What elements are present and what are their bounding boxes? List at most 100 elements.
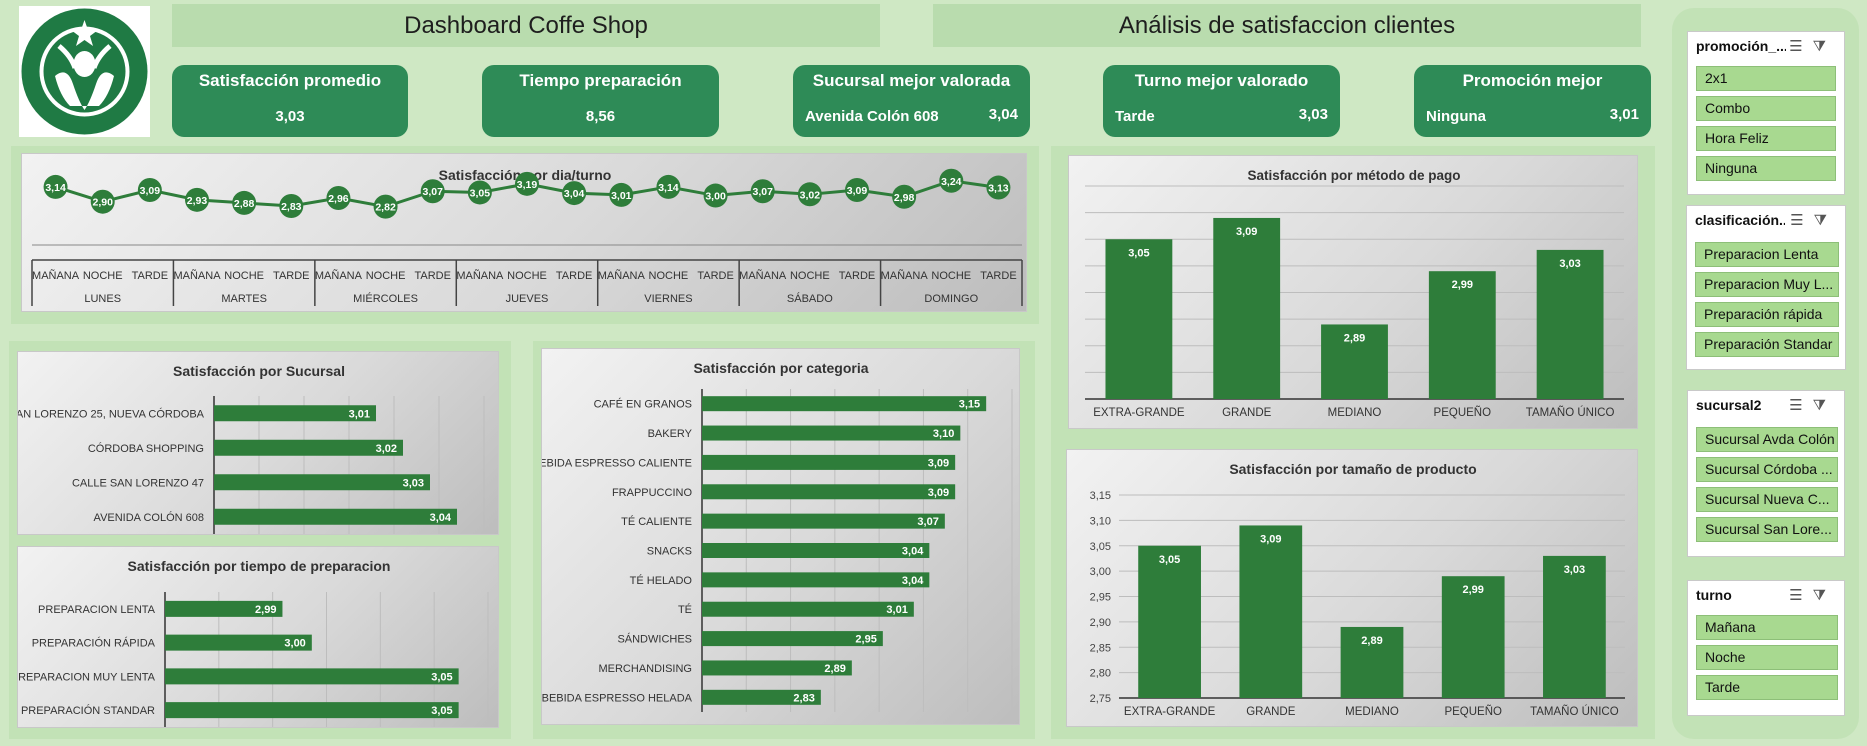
chart-title: Satisfacción por categoria	[693, 360, 868, 376]
data-label: 2,89	[1361, 635, 1382, 647]
clear-filter-icon[interactable]: ⧩	[1814, 212, 1837, 229]
slicer-item[interactable]: Sucursal Nueva C...	[1696, 487, 1838, 512]
y-tick-label: PREPARACION MUY LENTA	[18, 671, 156, 683]
bar	[702, 454, 956, 470]
data-label: 2,82	[375, 202, 396, 214]
data-label: 3,13	[988, 183, 1009, 195]
x-tick-label: MAÑANA	[881, 269, 929, 282]
multi-select-icon[interactable]: ☰	[1789, 587, 1812, 604]
bar	[702, 425, 961, 441]
multi-select-icon[interactable]: ☰	[1789, 38, 1812, 55]
x-group-label: MARTES	[221, 293, 267, 305]
bar	[702, 513, 945, 529]
x-tick-label: EXTRA-GRANDE	[1124, 706, 1216, 718]
y-tick-label: MERCHANDISING	[598, 663, 692, 675]
x-tick-label: NOCHE	[507, 270, 547, 282]
slicer-item[interactable]: Tarde	[1696, 675, 1838, 700]
bar	[1105, 239, 1173, 399]
x-tick-label: MAÑANA	[739, 269, 787, 282]
bar	[1138, 545, 1201, 698]
slicer-item[interactable]: Sucursal Avda Colón	[1696, 427, 1838, 452]
slicer-item[interactable]: Mañana	[1696, 615, 1838, 640]
x-tick-label: TARDE	[980, 270, 1016, 282]
x-group-label: JUEVES	[506, 293, 549, 305]
y-tick-label: TÉ CALIENTE	[621, 515, 692, 528]
clear-filter-icon[interactable]: ⧩	[1813, 397, 1836, 414]
chart-title: Satisfacción por tiempo de preparacion	[128, 558, 391, 574]
data-label: 3,07	[752, 186, 773, 198]
data-label: 2,96	[328, 193, 349, 205]
kpi-title: Tiempo preparación	[519, 71, 682, 90]
y-tick-label: PREPARACIÓN RÁPIDA	[32, 637, 156, 650]
data-label: 3,09	[847, 185, 868, 197]
x-tick-label: PEQUEÑO	[1434, 406, 1492, 419]
data-label: 3,05	[1159, 554, 1180, 566]
data-label: 3,09	[928, 487, 949, 499]
data-label: 3,03	[1564, 564, 1585, 576]
x-tick-label: MAÑANA	[32, 269, 80, 282]
chart-payment-svg: Satisfacción por método de pago 3,05 EXTR…	[1085, 168, 1624, 419]
chart-payment: Satisfacción por método de pago 3,05 EXTR…	[1068, 155, 1638, 429]
slicer-item[interactable]: Preparacion Muy L...	[1695, 272, 1839, 297]
bar	[1536, 249, 1604, 399]
bar	[214, 474, 430, 491]
data-label: 3,00	[705, 191, 726, 203]
slicer-item[interactable]: Combo	[1696, 96, 1836, 121]
slicer-item[interactable]: Preparación Standar	[1695, 332, 1839, 357]
dashboard-title: Dashboard Coffe Shop	[172, 4, 880, 47]
chart-category-svg: Satisfacción por categoria 3,15 CAFÉ EN G…	[532, 360, 1013, 712]
bar	[1213, 217, 1281, 399]
data-label: 3,09	[140, 185, 161, 197]
kpi-prep-time: Tiempo preparación 8,56	[482, 65, 719, 137]
slicer-item[interactable]: Sucursal San Lore...	[1696, 517, 1838, 542]
y-tick-label: AVENIDA COLÓN 608	[94, 511, 204, 524]
slicer-item[interactable]: Preparación rápida	[1695, 302, 1839, 327]
data-label: 3,05	[470, 187, 491, 199]
y-tick-label: BEBIDA ESPRESSO CALIENTE	[542, 457, 692, 469]
y-tick-label: CALLE SAN LORENZO 47	[72, 477, 204, 489]
x-tick-label: TARDE	[132, 270, 168, 282]
y-tick-label: 2,75	[1090, 693, 1111, 705]
chart-day-turn-svg: Satisfacción por dia/turno 3,142,903,092…	[31, 167, 1023, 306]
y-tick-label: TÉ	[678, 603, 692, 616]
x-tick-label: MAÑANA	[173, 269, 221, 282]
slicer-item[interactable]: Preparacion Lenta	[1695, 242, 1839, 267]
x-group-label: MIÉRCOLES	[353, 292, 418, 305]
data-label: 3,15	[959, 399, 980, 411]
kpi-label: Tarde	[1115, 108, 1155, 125]
bar	[702, 484, 956, 500]
multi-select-icon[interactable]: ☰	[1790, 212, 1813, 229]
x-tick-label: NOCHE	[649, 270, 689, 282]
slicer-item[interactable]: Ninguna	[1696, 156, 1836, 181]
kpi-value: 8,56	[585, 108, 616, 125]
y-tick-label: SAN LORENZO 25, NUEVA CÓRDOBA	[18, 407, 205, 420]
x-group-label: DOMINGO	[924, 293, 978, 305]
y-tick-label: 3,00	[1090, 566, 1111, 578]
kpi-avg-satisfaction: Satisfacción promedio 3,03	[172, 65, 408, 137]
slicer-item[interactable]: Hora Feliz	[1696, 126, 1836, 151]
bar	[1239, 525, 1303, 698]
data-label: 3,00	[284, 638, 305, 650]
clear-filter-icon[interactable]: ⧩	[1813, 587, 1836, 604]
bar	[702, 572, 930, 588]
slicer-promocion: promoción_... ☰⧩ 2x1 Combo Hora Feliz Ni…	[1687, 31, 1845, 195]
slicer-sucursal: sucursal2 ☰⧩ Sucursal Avda Colón Sucursa…	[1687, 390, 1845, 557]
y-tick-label: 2,80	[1090, 668, 1111, 680]
x-tick-label: MAÑANA	[315, 269, 363, 282]
slicer-item[interactable]: 2x1	[1696, 66, 1836, 91]
chart-prep-time-svg: Satisfacción por tiempo de preparacion 2…	[11, 558, 489, 727]
slicer-item[interactable]: Noche	[1696, 645, 1838, 670]
data-label: 3,14	[45, 182, 66, 194]
slicer-item[interactable]: Sucursal Córdoba ...	[1696, 457, 1838, 482]
multi-select-icon[interactable]: ☰	[1789, 397, 1812, 414]
y-tick-label: FRAPPUCCINO	[612, 487, 693, 499]
siren-logo-icon	[21, 8, 148, 135]
x-tick-label: TAMAÑO ÚNICO	[1526, 406, 1615, 419]
data-label: 2,93	[187, 195, 208, 207]
x-tick-label: NOCHE	[931, 270, 971, 282]
data-label: 3,24	[941, 176, 962, 188]
data-label: 3,01	[886, 604, 907, 616]
clear-filter-icon[interactable]: ⧩	[1813, 38, 1836, 55]
kpi-value: 3,03	[1298, 106, 1328, 123]
data-label: 3,19	[517, 179, 538, 191]
